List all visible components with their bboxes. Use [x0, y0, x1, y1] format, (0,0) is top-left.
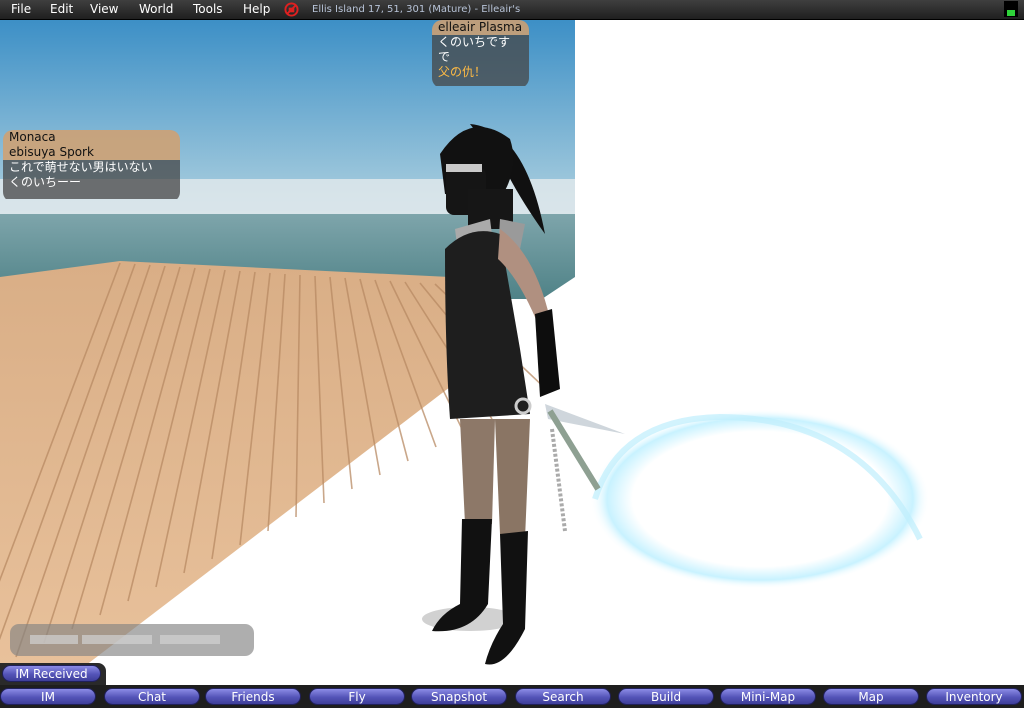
chat-line: これで萌せない男はいない — [3, 160, 180, 175]
nametag-name-line: Monaca — [3, 130, 180, 145]
menu-file[interactable]: File — [8, 0, 34, 19]
nametag-name: elleair Plasma — [432, 20, 529, 35]
im-received-button[interactable]: IM Received — [2, 665, 101, 682]
blurred-text — [30, 635, 78, 644]
chat-input-field[interactable] — [10, 624, 254, 656]
nametag-monaca: Monaca ebisuya Spork これで萌せない男はいない くのいちーー — [3, 130, 180, 202]
toolbar-button-friends[interactable]: Friends — [205, 688, 301, 705]
menu-view[interactable]: View — [87, 0, 121, 19]
chat-line: くのいちーー — [3, 175, 180, 199]
menu-world[interactable]: World — [136, 0, 176, 19]
nametag-name-line: ebisuya Spork — [3, 145, 180, 160]
menu-bar: File Edit View World Tools Help Ellis Is… — [0, 0, 1024, 20]
no-build-icon[interactable] — [284, 2, 299, 17]
toolbar-button-chat[interactable]: Chat — [104, 688, 200, 705]
location-text: Ellis Island 17, 51, 301 (Mature) - Elle… — [312, 4, 521, 15]
blurred-text — [160, 635, 220, 644]
menu-help[interactable]: Help — [240, 0, 273, 19]
menu-tools[interactable]: Tools — [190, 0, 226, 19]
chat-line: で — [432, 50, 529, 65]
toolbar-button-map[interactable]: Map — [823, 688, 919, 705]
menu-edit[interactable]: Edit — [47, 0, 76, 19]
toolbar-button-fly[interactable]: Fly — [309, 688, 405, 705]
bottom-toolbar: IM Chat Friends Fly Snapshot Search Buil… — [0, 685, 1024, 708]
blurred-text — [82, 635, 152, 644]
bandwidth-meter-icon[interactable] — [1004, 1, 1018, 17]
world-viewport[interactable]: elleair Plasma くのいちです で 父の仇！ Monaca ebis… — [0, 19, 1024, 685]
chat-line: くのいちです — [432, 35, 529, 50]
im-received-tab: IM Received — [0, 663, 106, 685]
nametag-elleair: elleair Plasma くのいちです で 父の仇！ — [432, 20, 529, 88]
toolbar-button-snapshot[interactable]: Snapshot — [411, 688, 507, 705]
toolbar-button-build[interactable]: Build — [618, 688, 714, 705]
toolbar-button-search[interactable]: Search — [515, 688, 611, 705]
toolbar-button-im[interactable]: IM — [0, 688, 96, 705]
scene-render — [0, 19, 1024, 685]
chat-line-highlight: 父の仇！ — [432, 65, 529, 86]
toolbar-button-inventory[interactable]: Inventory — [926, 688, 1022, 705]
toolbar-button-mini-map[interactable]: Mini-Map — [720, 688, 816, 705]
